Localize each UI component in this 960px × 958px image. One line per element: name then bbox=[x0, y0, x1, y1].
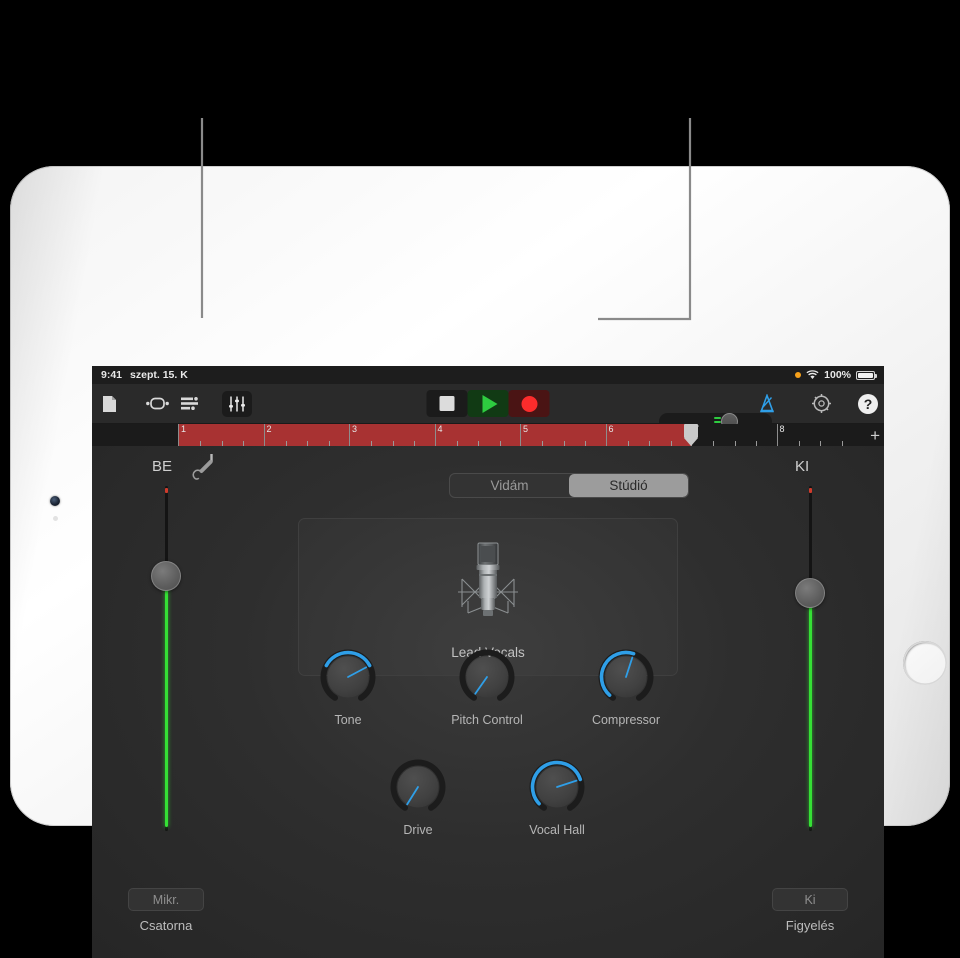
loop-browser-icon[interactable] bbox=[140, 389, 174, 419]
orange-dot-icon bbox=[795, 372, 801, 378]
knob-face[interactable] bbox=[456, 646, 518, 708]
plugin-area: BE KI bbox=[92, 446, 884, 958]
ruler-bar-number: 1 bbox=[181, 424, 186, 435]
knob-drive[interactable]: Drive bbox=[381, 756, 455, 837]
transport-controls bbox=[427, 390, 550, 417]
input-fader[interactable] bbox=[144, 486, 188, 831]
knob-tone[interactable]: Tone bbox=[311, 646, 385, 727]
document-icon[interactable] bbox=[92, 389, 126, 419]
ruler-bar: 1 bbox=[178, 424, 264, 446]
knob-label: Compressor bbox=[589, 713, 663, 727]
app-toolbar: ? bbox=[92, 384, 884, 424]
mixer-faders-icon[interactable] bbox=[222, 391, 252, 417]
ipad-device: 9:41 szept. 15. K 100% bbox=[10, 166, 950, 826]
ruler-bar-number: 4 bbox=[438, 424, 443, 435]
preset-segmented-control[interactable]: Vidám Stúdió bbox=[449, 473, 689, 498]
output-level-meter bbox=[809, 593, 812, 827]
peak-indicator bbox=[809, 488, 812, 493]
knob-label: Vocal Hall bbox=[520, 823, 594, 837]
toolbar-right-group: ? bbox=[750, 389, 878, 419]
ruler-bar: 4 bbox=[435, 424, 521, 446]
output-fader-knob[interactable] bbox=[795, 578, 825, 608]
segment-studio[interactable]: Stúdió bbox=[569, 474, 688, 497]
playhead-tip bbox=[684, 438, 698, 446]
ruler-bar: 7 bbox=[691, 424, 777, 446]
knob-graphic bbox=[456, 646, 518, 708]
play-icon bbox=[482, 395, 497, 413]
battery-percent: 100% bbox=[824, 369, 851, 381]
ruler-bar-number: 6 bbox=[609, 424, 614, 435]
ruler-bar: 8 bbox=[777, 424, 863, 446]
monitor-button[interactable]: Ki bbox=[772, 888, 848, 911]
help-button[interactable]: ? bbox=[858, 394, 878, 414]
knob-pitch-control[interactable]: Pitch Control bbox=[450, 646, 524, 727]
record-icon bbox=[521, 396, 537, 412]
knob-label: Pitch Control bbox=[450, 713, 524, 727]
peak-indicator bbox=[165, 488, 168, 493]
monitor-caption: Figyelés bbox=[740, 918, 880, 933]
knob-graphic bbox=[526, 756, 588, 818]
output-fader[interactable] bbox=[788, 486, 832, 831]
track-view-icon[interactable] bbox=[174, 389, 208, 419]
stop-button[interactable] bbox=[427, 390, 468, 417]
ruler-bar: 5 bbox=[520, 424, 606, 446]
input-label: BE bbox=[152, 458, 172, 475]
ruler-track[interactable]: 1 2 3 4 5 6 78 bbox=[178, 424, 862, 446]
microphone-cable-icon[interactable] bbox=[192, 454, 218, 489]
toolbar-left-group bbox=[92, 389, 252, 419]
input-level-meter bbox=[165, 576, 168, 827]
record-button[interactable] bbox=[509, 390, 550, 417]
input-channel-caption: Csatorna bbox=[96, 918, 236, 933]
home-button[interactable] bbox=[903, 641, 947, 685]
knob-compressor[interactable]: Compressor bbox=[589, 646, 663, 727]
ambient-sensor-icon bbox=[53, 516, 58, 521]
knob-face[interactable] bbox=[387, 756, 449, 818]
knob-label: Drive bbox=[381, 823, 455, 837]
input-fader-knob[interactable] bbox=[151, 561, 181, 591]
front-camera-icon bbox=[50, 496, 60, 506]
ruler-bar: 3 bbox=[349, 424, 435, 446]
ruler-bar-number: 5 bbox=[523, 424, 528, 435]
knob-face[interactable] bbox=[526, 756, 588, 818]
gear-icon[interactable] bbox=[804, 389, 838, 419]
status-bar-right: 100% bbox=[795, 369, 875, 381]
knob-graphic bbox=[317, 646, 379, 708]
stop-icon bbox=[440, 396, 455, 411]
segment-vidam[interactable]: Vidám bbox=[450, 474, 569, 497]
input-channel-button[interactable]: Mikr. bbox=[128, 888, 204, 911]
knob-vocal-hall[interactable]: Vocal Hall bbox=[520, 756, 594, 837]
ruler-bar: 6 bbox=[606, 424, 692, 446]
status-date: szept. 15. K bbox=[130, 369, 188, 381]
knob-face[interactable] bbox=[317, 646, 379, 708]
timeline-ruler[interactable]: 1 2 3 4 5 6 78 + bbox=[92, 424, 884, 446]
metronome-icon[interactable] bbox=[750, 389, 784, 419]
add-track-button[interactable]: + bbox=[870, 427, 880, 444]
ruler-bar: 2 bbox=[264, 424, 350, 446]
ruler-bar-number: 2 bbox=[267, 424, 272, 435]
playhead-head bbox=[684, 424, 698, 438]
play-button[interactable] bbox=[468, 390, 509, 417]
device-screen: 9:41 szept. 15. K 100% bbox=[92, 366, 884, 958]
ruler-bar-number: 8 bbox=[780, 424, 785, 435]
status-time: 9:41 bbox=[101, 369, 122, 381]
output-label: KI bbox=[795, 458, 809, 475]
knob-face[interactable] bbox=[595, 646, 657, 708]
condenser-microphone-icon bbox=[440, 535, 536, 639]
knob-graphic bbox=[595, 646, 657, 708]
knob-label: Tone bbox=[311, 713, 385, 727]
battery-icon bbox=[856, 371, 875, 380]
status-bar: 9:41 szept. 15. K 100% bbox=[92, 366, 884, 384]
status-bar-left: 9:41 szept. 15. K bbox=[101, 369, 188, 381]
playhead[interactable] bbox=[684, 424, 698, 446]
ruler-bar-number: 3 bbox=[352, 424, 357, 435]
wifi-icon bbox=[806, 370, 819, 380]
knob-graphic bbox=[387, 756, 449, 818]
